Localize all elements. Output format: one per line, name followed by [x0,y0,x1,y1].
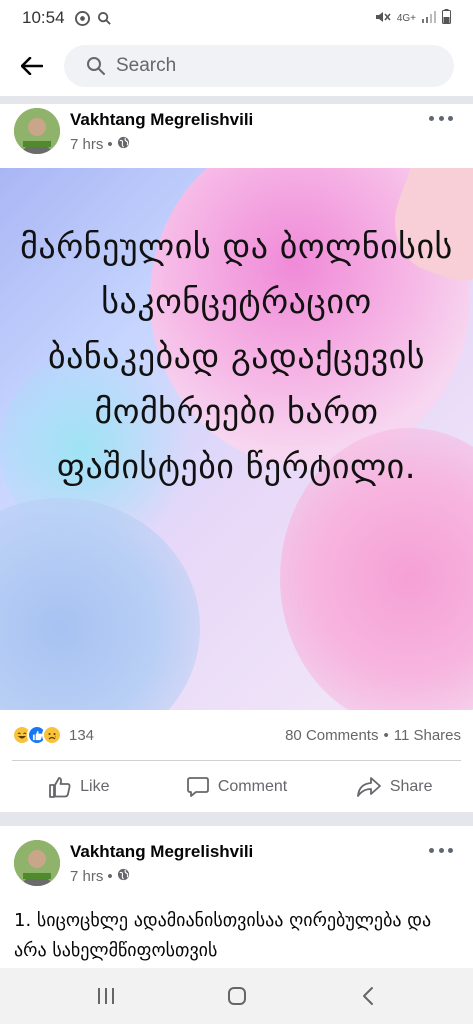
like-button[interactable]: Like [0,776,158,798]
status-time: 10:54 [22,8,65,27]
post-action-bar: Like Comment Share [0,762,473,812]
post-time[interactable]: 7 hrs [70,136,103,153]
like-label: Like [80,778,110,795]
system-nav-bar [0,968,473,1024]
reactions-divider [12,760,461,761]
comment-button[interactable]: Comment [158,776,316,798]
globe-icon [117,136,130,153]
chevron-left-icon [362,987,373,1005]
avatar[interactable] [14,108,60,154]
engagement-summary: 80 Comments • 11 Shares [285,727,461,744]
globe-icon [117,868,130,885]
sad-reaction-icon [42,725,62,745]
share-button[interactable]: Share [315,776,473,798]
reaction-count[interactable]: 134 [69,727,94,744]
comment-bubble-icon [186,777,209,797]
network-label: 4G+ [396,12,416,24]
recent-apps-button[interactable] [76,976,136,1016]
post-meta: 7 hrs • [70,868,130,885]
search-icon [97,10,113,26]
share-arrow-icon [356,777,381,797]
comments-count[interactable]: 80 Comments [285,727,378,744]
chrome-icon [75,10,91,26]
search-header [0,36,473,96]
reactions-row: 134 80 Comments • 11 Shares [0,718,473,752]
search-input[interactable] [116,55,416,77]
engagement-separator: • [383,726,389,744]
back-button[interactable] [0,36,64,96]
post-separator [0,812,473,826]
post-author[interactable]: Vakhtang Megrelishvili [70,110,253,130]
back-nav-button[interactable] [338,976,398,1016]
meta-separator: • [107,868,113,885]
comment-label: Comment [217,778,288,795]
post-image[interactable]: მარნეულის და ბოლნისის საკონცეტრაციო ბანა… [0,168,473,710]
post-author[interactable]: Vakhtang Megrelishvili [70,842,253,862]
dot-icon [438,847,444,853]
decor-blob [0,498,200,710]
dot-icon [429,847,434,853]
search-bar[interactable] [64,45,454,87]
signal-icon [422,10,436,26]
shares-count[interactable]: 11 Shares [394,727,461,744]
more-options-button[interactable] [429,112,453,124]
mute-icon [375,10,391,27]
battery-icon [442,9,451,27]
dot-icon [438,115,444,121]
home-button[interactable] [207,976,267,1016]
home-icon [227,987,246,1005]
arrow-left-icon [21,57,43,75]
thumbs-up-icon [49,777,71,798]
search-icon [87,57,105,75]
meta-separator: • [107,136,113,153]
recent-apps-icon [97,988,114,1004]
share-label: Share [389,778,433,795]
more-options-button[interactable] [429,844,453,856]
post-meta: 7 hrs • [70,136,130,153]
status-right-icons: 4G+ [375,9,451,27]
dot-icon [448,847,453,853]
post-body-text: 1. სიცოცხლე ადამიანისთვისაა ღირებულება დ… [14,910,432,961]
dot-icon [429,115,434,121]
reaction-icons[interactable] [12,725,62,745]
post-header: Vakhtang Megrelishvili 7 hrs • [0,98,473,168]
post-header: Vakhtang Megrelishvili 7 hrs • [0,830,473,900]
dot-icon [448,115,453,121]
status-bar: 10:54 4G+ [0,0,473,36]
avatar[interactable] [14,840,60,886]
image-caption-text: მარნეულის და ბოლნისის საკონცეტრაციო ბანა… [20,227,453,487]
post-time[interactable]: 7 hrs [70,868,103,885]
